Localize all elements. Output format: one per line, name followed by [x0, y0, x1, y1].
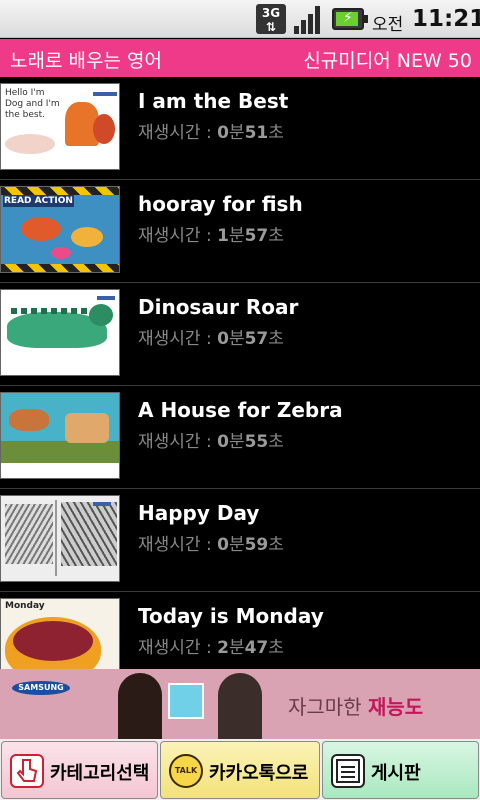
item-duration: 재생시간 : 0분51초 — [138, 123, 284, 143]
ad-banner[interactable]: SAMSUNG 자그마한 재능도 — [0, 669, 480, 739]
hand-pointer-icon — [10, 754, 44, 788]
notepad-icon — [331, 754, 365, 788]
ad-copy: 자그마한 재능도 — [288, 695, 424, 719]
list-item[interactable]: Hello I'm Dog and I'm the best. I am the… — [0, 77, 480, 180]
kakao-share-button[interactable]: TALK 카카오톡으로 — [160, 741, 320, 799]
media-list: Hello I'm Dog and I'm the best. I am the… — [0, 77, 480, 669]
model-man-image — [218, 673, 262, 739]
status-bar: 3G ⇅ ⚡ 오전 11:21 — [0, 0, 480, 38]
item-duration: 재생시간 : 2분47초 — [138, 638, 284, 658]
network-3g-icon: 3G ⇅ — [256, 4, 286, 34]
gift-box-icon — [168, 683, 204, 719]
page-title: 노래로 배우는 영어 — [10, 50, 162, 72]
list-item[interactable]: READ ACTION hooray for fish 재생시간 : 1분57초 — [0, 180, 480, 283]
category-select-label: 카테고리선택 — [50, 763, 150, 784]
book-thumbnail: READ ACTION — [0, 186, 120, 273]
signal-strength-icon — [292, 4, 322, 34]
board-button[interactable]: 게시판 — [322, 741, 479, 799]
book-thumbnail — [0, 392, 120, 479]
bottom-bar: 카테고리선택 TALK 카카오톡으로 게시판 — [0, 739, 480, 800]
item-title: I am the Best — [138, 89, 289, 113]
board-label: 게시판 — [371, 763, 421, 784]
book-thumbnail: Monday — [0, 598, 120, 669]
clock-ampm: 오전 — [372, 15, 404, 35]
item-duration: 재생시간 : 0분55초 — [138, 432, 284, 452]
item-title: A House for Zebra — [138, 398, 343, 422]
book-thumbnail — [0, 289, 120, 376]
book-thumbnail — [0, 495, 120, 582]
list-item[interactable]: Monday Today is Monday 재생시간 : 2분47초 — [0, 592, 480, 669]
list-item[interactable]: Dinosaur Roar 재생시간 : 0분57초 — [0, 283, 480, 386]
book-thumbnail: Hello I'm Dog and I'm the best. — [0, 83, 120, 170]
item-title: Dinosaur Roar — [138, 295, 299, 319]
kakao-share-label: 카카오톡으로 — [209, 763, 309, 784]
item-duration: 재생시간 : 1분57초 — [138, 226, 284, 246]
list-item[interactable]: A House for Zebra 재생시간 : 0분55초 — [0, 386, 480, 489]
item-duration: 재생시간 : 0분57초 — [138, 329, 284, 349]
item-title: Today is Monday — [138, 604, 324, 628]
clock-time: 11:21 — [412, 6, 480, 32]
model-woman-image — [118, 673, 162, 739]
title-bar: 노래로 배우는 영어 신규미디어 NEW 50 — [0, 39, 480, 77]
item-duration: 재생시간 : 0분59초 — [138, 535, 284, 555]
battery-charging-icon: ⚡ — [332, 8, 368, 30]
samsung-logo: SAMSUNG — [12, 681, 70, 695]
kakao-talk-icon: TALK — [169, 754, 203, 788]
category-select-button[interactable]: 카테고리선택 — [1, 741, 158, 799]
item-title: hooray for fish — [138, 192, 303, 216]
list-item[interactable]: Happy Day 재생시간 : 0분59초 — [0, 489, 480, 592]
item-title: Happy Day — [138, 501, 260, 525]
category-subtitle: 신규미디어 NEW 50 — [303, 50, 472, 72]
